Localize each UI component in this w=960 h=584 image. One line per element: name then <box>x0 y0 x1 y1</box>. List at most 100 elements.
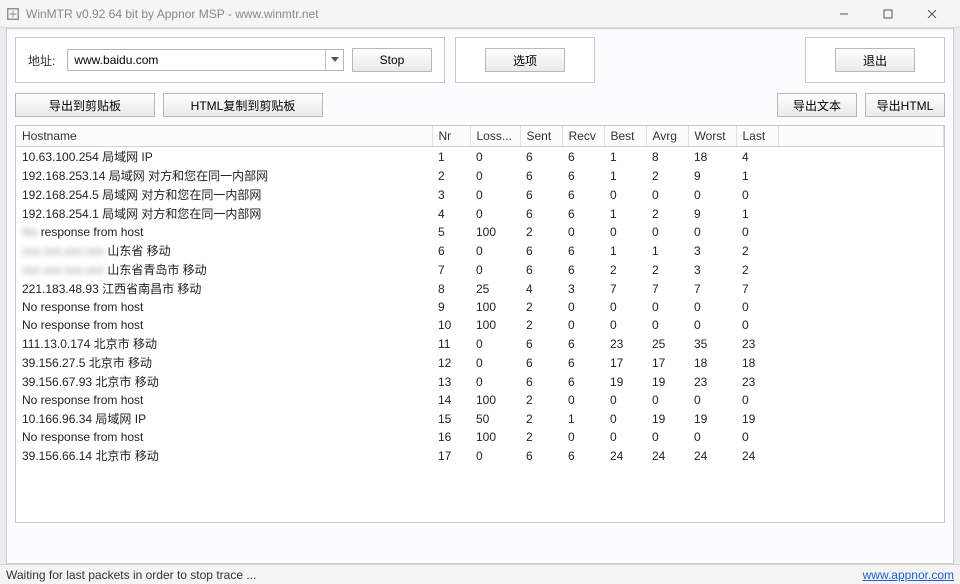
table-row[interactable]: 39.156.27.5 北京市 移动1206617171818 <box>16 353 944 372</box>
options-button[interactable]: 选项 <box>485 48 565 72</box>
cell-last: 2 <box>736 241 778 260</box>
stop-button[interactable]: Stop <box>352 48 432 72</box>
cell-recv: 3 <box>562 279 604 298</box>
address-dropdown-button[interactable] <box>325 50 343 70</box>
cell-sent: 2 <box>520 428 562 446</box>
exit-button[interactable]: 退出 <box>835 48 915 72</box>
table-row[interactable]: xxx.xxx.xxx.xxx 山东省 移动60661132 <box>16 241 944 260</box>
cell-nr: 2 <box>432 166 470 185</box>
col-avrg[interactable]: Avrg <box>646 126 688 147</box>
cell-worst: 9 <box>688 204 736 223</box>
cell-best: 0 <box>604 316 646 334</box>
table-row[interactable]: 192.168.253.14 局域网 对方和您在同一内部网20661291 <box>16 166 944 185</box>
cell-extra <box>778 279 944 298</box>
table-row[interactable]: 111.13.0.174 北京市 移动1106623253523 <box>16 334 944 353</box>
cell-best: 23 <box>604 334 646 353</box>
cell-last: 2 <box>736 260 778 279</box>
table-row[interactable]: 39.156.67.93 北京市 移动1306619192323 <box>16 372 944 391</box>
col-nr[interactable]: Nr <box>432 126 470 147</box>
results-table[interactable]: Hostname Nr Loss... Sent Recv Best Avrg … <box>15 125 945 523</box>
cell-hostname: 111.13.0.174 北京市 移动 <box>16 334 432 353</box>
export-clipboard-button[interactable]: 导出到剪贴板 <box>15 93 155 117</box>
cell-best: 2 <box>604 260 646 279</box>
cell-hostname: 39.156.67.93 北京市 移动 <box>16 372 432 391</box>
cell-extra <box>778 204 944 223</box>
col-hostname[interactable]: Hostname <box>16 126 432 147</box>
table-row[interactable]: No response from host16100200000 <box>16 428 944 446</box>
cell-last: 0 <box>736 223 778 241</box>
table-header-row: Hostname Nr Loss... Sent Recv Best Avrg … <box>16 126 944 147</box>
table-row[interactable]: 192.168.254.5 局域网 对方和您在同一内部网30660000 <box>16 185 944 204</box>
export-text-button[interactable]: 导出文本 <box>777 93 857 117</box>
cell-worst: 19 <box>688 409 736 428</box>
cell-sent: 6 <box>520 260 562 279</box>
table-row[interactable]: 10.166.96.34 局域网 IP1550210191919 <box>16 409 944 428</box>
cell-last: 23 <box>736 334 778 353</box>
cell-nr: 6 <box>432 241 470 260</box>
cell-extra <box>778 334 944 353</box>
table-row[interactable]: 221.183.48.93 江西省南昌市 移动825437777 <box>16 279 944 298</box>
cell-nr: 3 <box>432 185 470 204</box>
col-last[interactable]: Last <box>736 126 778 147</box>
cell-best: 24 <box>604 446 646 465</box>
cell-worst: 35 <box>688 334 736 353</box>
cell-best: 1 <box>604 166 646 185</box>
export-html-button[interactable]: 导出HTML <box>865 93 945 117</box>
address-panel: 地址: Stop <box>15 37 445 83</box>
cell-last: 1 <box>736 204 778 223</box>
cell-recv: 0 <box>562 391 604 409</box>
address-combo[interactable] <box>67 49 344 71</box>
cell-extra <box>778 166 944 185</box>
col-worst[interactable]: Worst <box>688 126 736 147</box>
cell-hostname: xxx.xxx.xxx.xxx 山东省青岛市 移动 <box>16 260 432 279</box>
cell-best: 7 <box>604 279 646 298</box>
cell-extra <box>778 372 944 391</box>
col-best[interactable]: Best <box>604 126 646 147</box>
cell-avrg: 19 <box>646 372 688 391</box>
cell-hostname: No response from host <box>16 316 432 334</box>
col-loss[interactable]: Loss... <box>470 126 520 147</box>
cell-best: 19 <box>604 372 646 391</box>
cell-hostname: 10.166.96.34 局域网 IP <box>16 409 432 428</box>
cell-extra <box>778 316 944 334</box>
cell-extra <box>778 409 944 428</box>
table-row[interactable]: 10.63.100.254 局域网 IP106618184 <box>16 147 944 167</box>
cell-sent: 4 <box>520 279 562 298</box>
cell-nr: 10 <box>432 316 470 334</box>
cell-sent: 2 <box>520 298 562 316</box>
cell-nr: 15 <box>432 409 470 428</box>
cell-sent: 2 <box>520 223 562 241</box>
minimize-button[interactable] <box>822 0 866 28</box>
close-button[interactable] <box>910 0 954 28</box>
cell-best: 0 <box>604 391 646 409</box>
cell-nr: 1 <box>432 147 470 167</box>
cell-recv: 6 <box>562 446 604 465</box>
cell-sent: 2 <box>520 409 562 428</box>
table-row[interactable]: No response from host9100200000 <box>16 298 944 316</box>
cell-hostname: 192.168.254.1 局域网 对方和您在同一内部网 <box>16 204 432 223</box>
col-sent[interactable]: Sent <box>520 126 562 147</box>
cell-hostname: 39.156.66.14 北京市 移动 <box>16 446 432 465</box>
col-extra <box>778 126 944 147</box>
address-input[interactable] <box>68 50 325 70</box>
cell-avrg: 0 <box>646 298 688 316</box>
maximize-button[interactable] <box>866 0 910 28</box>
table-row[interactable]: xxx.xxx.xxx.xxx 山东省青岛市 移动70662232 <box>16 260 944 279</box>
cell-last: 0 <box>736 316 778 334</box>
address-label: 地址: <box>28 52 55 69</box>
table-row[interactable]: No response from host5100200000 <box>16 223 944 241</box>
cell-hostname: 192.168.253.14 局域网 对方和您在同一内部网 <box>16 166 432 185</box>
table-row[interactable]: 39.156.66.14 北京市 移动1706624242424 <box>16 446 944 465</box>
cell-avrg: 2 <box>646 166 688 185</box>
titlebar: WinMTR v0.92 64 bit by Appnor MSP - www.… <box>0 0 960 28</box>
html-copy-clipboard-button[interactable]: HTML复制到剪贴板 <box>163 93 323 117</box>
cell-best: 0 <box>604 223 646 241</box>
cell-best: 17 <box>604 353 646 372</box>
table-row[interactable]: No response from host10100200000 <box>16 316 944 334</box>
appnor-link[interactable]: www.appnor.com <box>863 568 954 582</box>
table-row[interactable]: 192.168.254.1 局域网 对方和您在同一内部网40661291 <box>16 204 944 223</box>
table-row[interactable]: No response from host14100200000 <box>16 391 944 409</box>
col-recv[interactable]: Recv <box>562 126 604 147</box>
cell-loss: 0 <box>470 334 520 353</box>
cell-last: 18 <box>736 353 778 372</box>
